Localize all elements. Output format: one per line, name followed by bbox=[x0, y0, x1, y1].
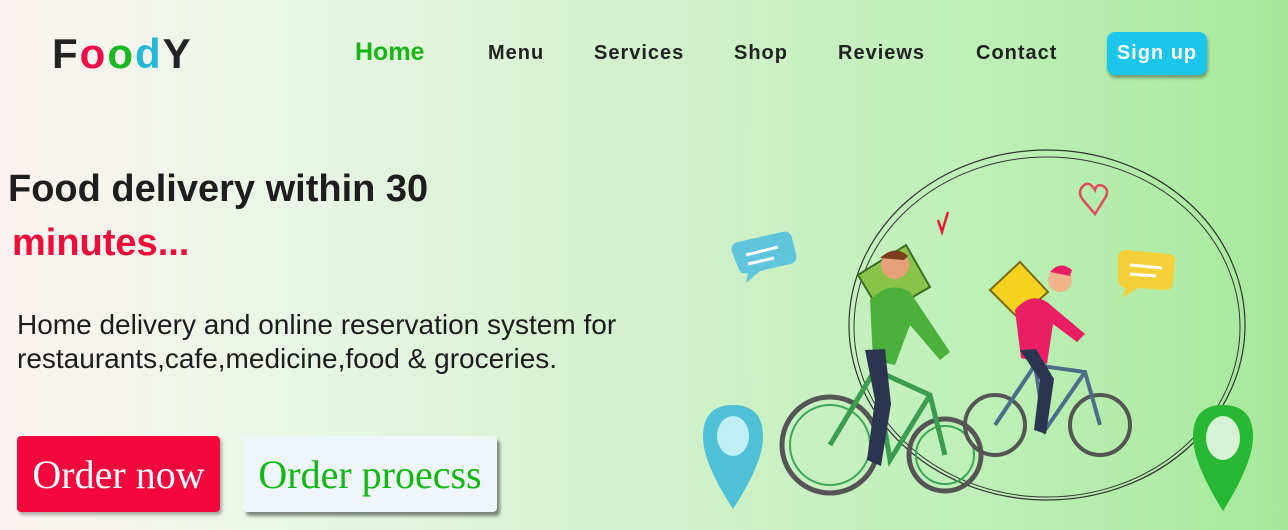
location-pin-icon bbox=[703, 405, 763, 509]
nav-home-link[interactable]: Home bbox=[355, 38, 424, 67]
check-mark-icon bbox=[936, 211, 950, 237]
logo-letter: F bbox=[52, 30, 80, 77]
sign-up-button[interactable]: Sign up bbox=[1107, 32, 1207, 75]
hero-subheadline: minutes... bbox=[12, 222, 190, 264]
hero-description: Home delivery and online reservation sys… bbox=[17, 309, 617, 374]
nav-services-link[interactable]: Services bbox=[594, 42, 684, 65]
nav-contact-link[interactable]: Contact bbox=[976, 42, 1057, 65]
logo-letter: o bbox=[107, 30, 135, 77]
order-process-button[interactable]: Order proecss bbox=[243, 436, 497, 512]
delivery-illustration bbox=[703, 149, 1253, 511]
delivery-rider-icon bbox=[779, 243, 984, 496]
nav-reviews-link[interactable]: Reviews bbox=[838, 42, 925, 65]
top-navigation: FoodY Home Menu Services Shop Reviews Co… bbox=[0, 0, 1288, 110]
location-pin-icon bbox=[1193, 405, 1253, 511]
logo-letter: Y bbox=[162, 30, 193, 77]
chat-bubble-icon bbox=[1118, 250, 1176, 298]
nav-shop-link[interactable]: Shop bbox=[734, 42, 788, 65]
foody-logo[interactable]: FoodY bbox=[52, 30, 193, 78]
logo-letter: o bbox=[79, 30, 108, 77]
nav-menu-link[interactable]: Menu bbox=[488, 42, 544, 65]
chat-bubble-icon bbox=[731, 231, 797, 283]
heart-icon bbox=[1078, 182, 1109, 217]
order-now-button[interactable]: Order now bbox=[17, 436, 220, 512]
hero-headline: Food delivery within 30 bbox=[8, 168, 429, 210]
delivery-bicycle-icon bbox=[963, 260, 1132, 457]
logo-letter: d bbox=[134, 30, 163, 77]
